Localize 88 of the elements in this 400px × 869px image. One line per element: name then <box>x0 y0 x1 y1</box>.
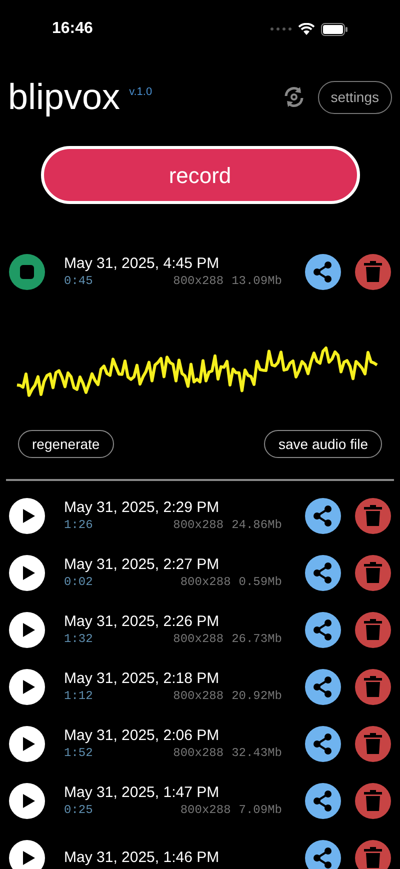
share-button[interactable] <box>305 254 341 290</box>
recording-duration: 1:52 <box>64 745 93 761</box>
wifi-icon <box>298 23 315 35</box>
trash-icon <box>364 562 382 584</box>
recording-date: May 31, 2025, 2:06 PM <box>64 726 220 745</box>
share-icon <box>313 260 333 282</box>
share-icon <box>313 504 333 526</box>
trash-icon <box>364 676 382 698</box>
share-icon <box>313 846 333 868</box>
file-size: 24.86Mb <box>232 517 282 533</box>
share-button[interactable] <box>305 612 341 648</box>
file-size: 0.59Mb <box>238 574 282 590</box>
version-label: v.1.0 <box>129 85 152 100</box>
play-button[interactable] <box>9 498 45 534</box>
play-button[interactable] <box>9 726 45 762</box>
signal-icon <box>270 27 292 31</box>
app-title: blipvox <box>8 79 120 115</box>
delete-button[interactable] <box>355 254 391 290</box>
recording-date: May 31, 2025, 1:47 PM <box>64 783 220 802</box>
recording-dimensions: 800x288 <box>173 745 224 761</box>
share-button[interactable] <box>305 668 341 704</box>
recording-dimensions: 800x288 <box>173 517 224 533</box>
trash-icon <box>364 790 382 812</box>
play-icon <box>22 508 36 524</box>
recording-dimensions: 800x288 <box>180 574 231 590</box>
share-button[interactable] <box>305 726 341 762</box>
delete-button[interactable] <box>355 668 391 704</box>
file-size: 32.43Mb <box>232 745 282 761</box>
play-icon <box>22 736 36 752</box>
play-icon <box>22 678 36 694</box>
share-button[interactable] <box>305 840 341 869</box>
save-audio-button[interactable]: save audio file <box>264 430 382 458</box>
delete-button[interactable] <box>355 782 391 818</box>
recording-date: May 31, 2025, 2:26 PM <box>64 612 220 631</box>
recording-duration: 1:12 <box>64 688 93 704</box>
share-icon <box>313 732 333 754</box>
play-icon <box>22 564 36 580</box>
trash-icon <box>364 260 382 282</box>
play-icon <box>22 792 36 808</box>
settings-button[interactable]: settings <box>318 80 392 114</box>
play-button[interactable] <box>9 612 45 648</box>
share-icon <box>313 790 333 812</box>
file-size: 26.73Mb <box>232 631 282 647</box>
recording-date: May 31, 2025, 4:45 PM <box>64 254 220 273</box>
recording-dimensions: 800x288 <box>173 273 224 289</box>
regenerate-button[interactable]: regenerate <box>18 430 114 458</box>
recording-date: May 31, 2025, 1:46 PM <box>64 848 220 867</box>
sync-icon[interactable] <box>282 85 306 109</box>
file-size: 20.92Mb <box>232 688 282 704</box>
share-button[interactable] <box>305 554 341 590</box>
play-button[interactable] <box>9 668 45 704</box>
recording-dimensions: 800x288 <box>173 688 224 704</box>
status-time: 16:46 <box>52 19 93 39</box>
recording-date: May 31, 2025, 2:18 PM <box>64 669 220 688</box>
delete-button[interactable] <box>355 554 391 590</box>
recording-dimensions: 800x288 <box>173 631 224 647</box>
share-button[interactable] <box>305 782 341 818</box>
trash-icon <box>364 732 382 754</box>
play-icon <box>22 850 36 866</box>
file-size: 7.09Mb <box>238 802 282 818</box>
recording-date: May 31, 2025, 2:29 PM <box>64 498 220 517</box>
delete-button[interactable] <box>355 840 391 869</box>
trash-icon <box>364 504 382 526</box>
trash-icon <box>364 618 382 640</box>
record-button[interactable]: record <box>40 146 360 204</box>
share-icon <box>313 618 333 640</box>
delete-button[interactable] <box>355 498 391 534</box>
play-icon <box>22 622 36 638</box>
recording-dimensions: 800x288 <box>180 802 231 818</box>
recording-duration: 0:25 <box>64 802 93 818</box>
play-button[interactable] <box>9 840 45 869</box>
stop-button[interactable] <box>9 254 45 290</box>
play-button[interactable] <box>9 554 45 590</box>
recording-duration: 0:45 <box>64 273 93 289</box>
trash-icon <box>364 846 382 868</box>
recording-duration: 0:02 <box>64 574 93 590</box>
play-button[interactable] <box>9 782 45 818</box>
recording-date: May 31, 2025, 2:27 PM <box>64 555 220 574</box>
stop-icon <box>20 264 34 278</box>
battery-icon <box>321 22 348 36</box>
share-icon <box>313 676 333 698</box>
share-icon <box>313 562 333 584</box>
recording-duration: 1:26 <box>64 517 93 533</box>
file-size: 13.09Mb <box>232 273 282 289</box>
share-button[interactable] <box>305 498 341 534</box>
recording-duration: 1:32 <box>64 631 93 647</box>
delete-button[interactable] <box>355 726 391 762</box>
delete-button[interactable] <box>355 612 391 648</box>
